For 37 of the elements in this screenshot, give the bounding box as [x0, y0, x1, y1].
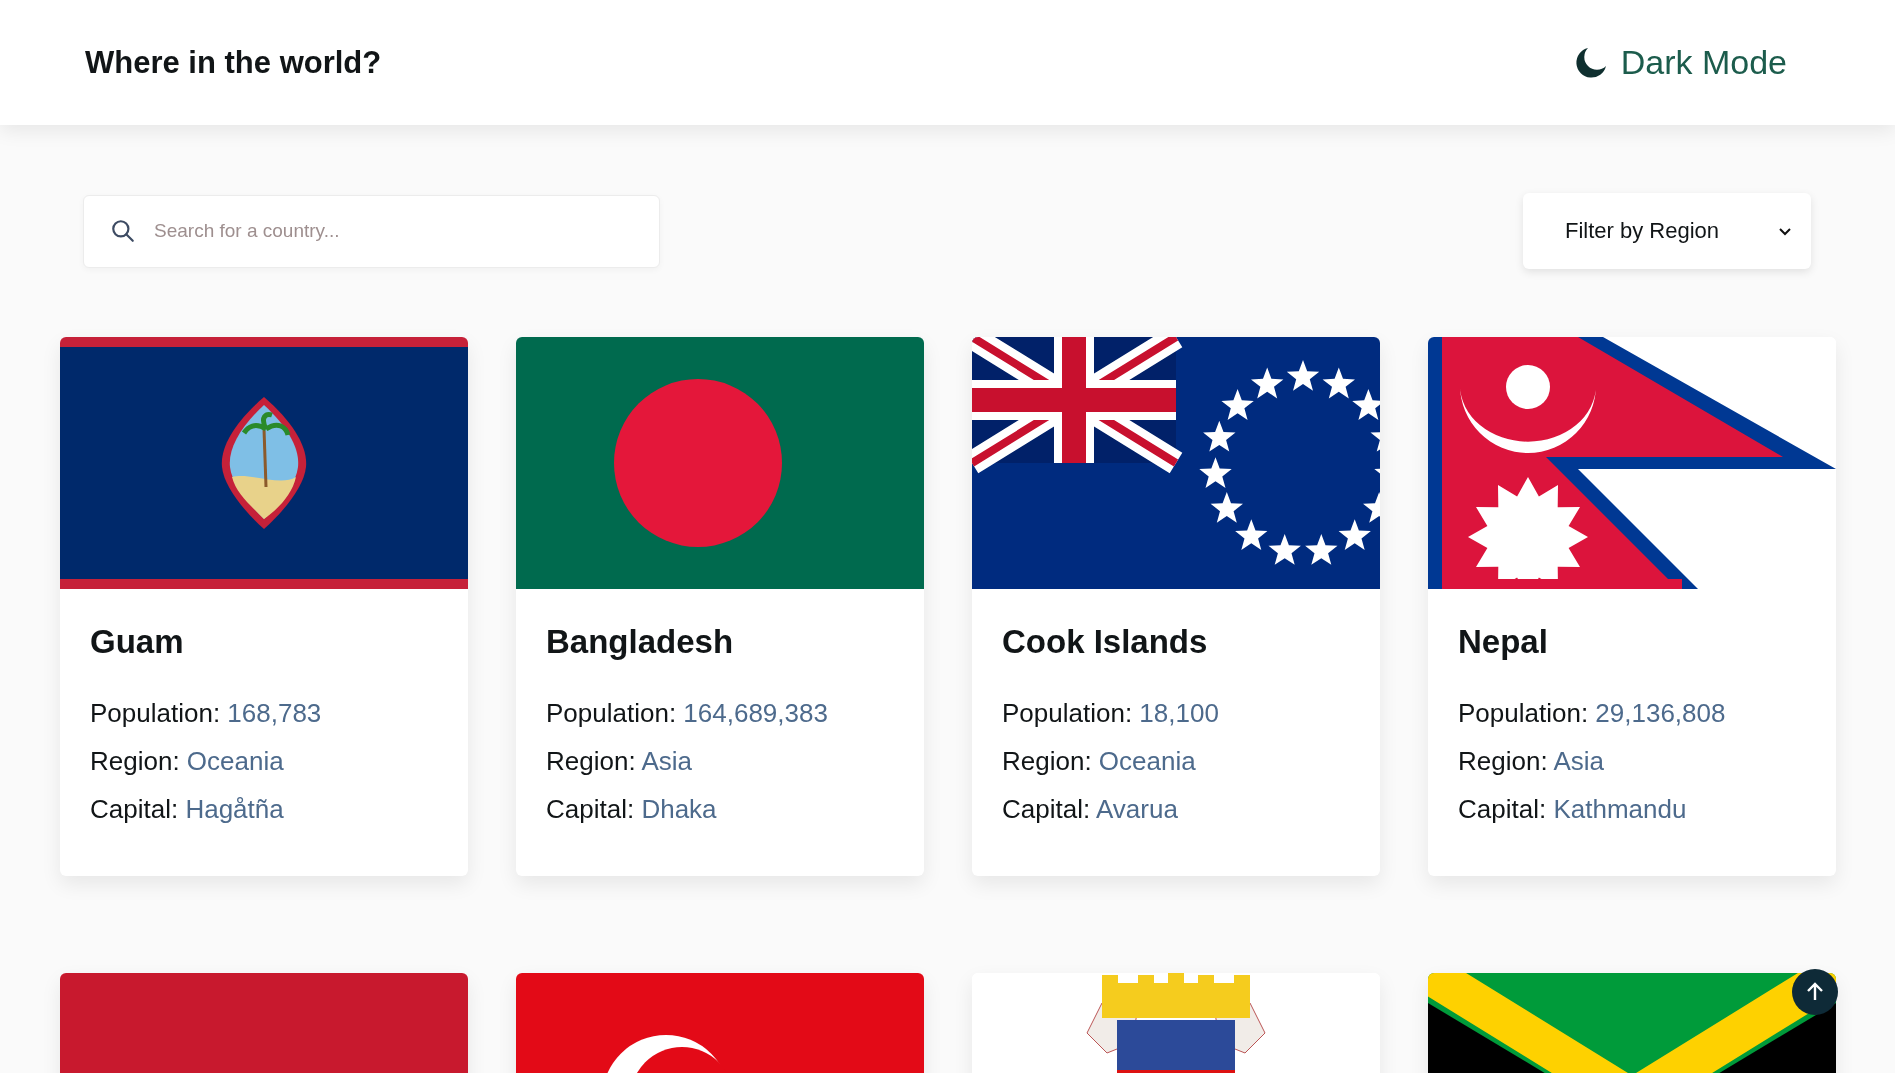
field-label: Population:	[546, 698, 677, 728]
field-label: Capital:	[546, 794, 635, 824]
country-name: Bangladesh	[546, 623, 735, 661]
field-label: Population:	[1002, 698, 1133, 728]
region-filter-dropdown[interactable]: Filter by Region	[1523, 193, 1811, 269]
search-field[interactable]: Search for a country...	[83, 194, 660, 268]
field-label: Capital:	[1458, 794, 1547, 824]
field-value: Oceania	[186, 746, 284, 776]
field-value: Kathmandu	[1553, 794, 1687, 824]
field-value: Asia	[1553, 746, 1604, 776]
dark-mode-toggle[interactable]: Dark Mode	[1572, 43, 1787, 82]
field-label: Capital:	[1002, 794, 1091, 824]
field-value: Oceania	[1098, 746, 1196, 776]
field-label: Region:	[1002, 746, 1092, 776]
field-label: Population:	[90, 698, 221, 728]
field-value: 168,783	[227, 698, 322, 728]
country-card[interactable]: Cook Islands Population: 18,100 Region: Oceania Capital: Avarua	[972, 337, 1380, 876]
field-value: 18,100	[1139, 698, 1219, 728]
field-value: 164,689,383	[683, 698, 828, 728]
field-label: Region:	[1458, 746, 1548, 776]
field-label: Region:	[546, 746, 636, 776]
country-card[interactable]: Nepal Population: 29,136,808 Region: Asia Capital: Kathmandu	[1428, 337, 1836, 876]
country-name: Cook Islands	[1002, 623, 1209, 661]
country-card[interactable]: Guam Population: 168,783 Region: Oceania Capital: Hagåtña	[60, 337, 468, 876]
field-value: 29,136,808	[1595, 698, 1726, 728]
field-value: Avarua	[1095, 794, 1178, 824]
field-value: Hagåtña	[185, 794, 284, 824]
field-label: Population:	[1458, 698, 1589, 728]
scroll-to-top-button[interactable]	[1792, 969, 1838, 1015]
app-title: Where in the world?	[85, 44, 382, 81]
country-card[interactable]: Bangladesh Population: 164,689,383 Region: Asia Capital: Dhaka	[516, 337, 924, 876]
country-name: Guam	[90, 623, 185, 661]
field-label: Region:	[90, 746, 180, 776]
field-value: Asia	[641, 746, 692, 776]
country-name: Nepal	[1458, 623, 1549, 661]
field-label: Capital:	[90, 794, 179, 824]
field-value: Dhaka	[641, 794, 717, 824]
